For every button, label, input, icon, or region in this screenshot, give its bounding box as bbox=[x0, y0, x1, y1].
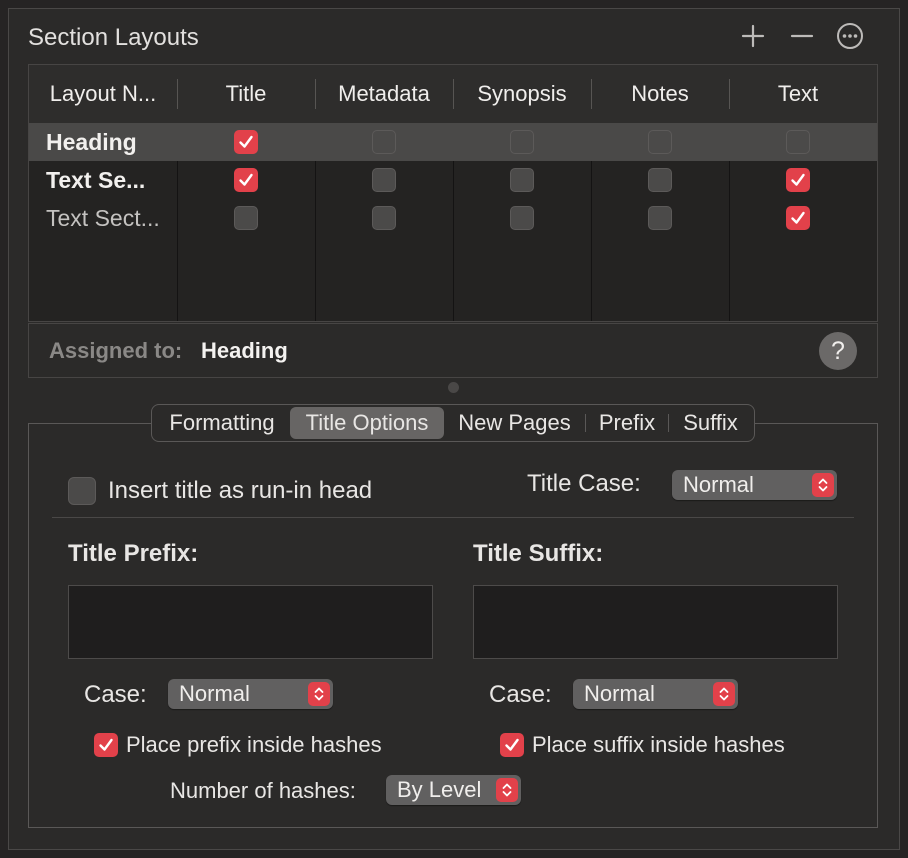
title-suffix-field[interactable] bbox=[473, 585, 838, 659]
layout-checkbox-text[interactable] bbox=[786, 206, 810, 230]
checkmark-icon bbox=[99, 738, 113, 751]
table-header: Layout N... Title Metadata Synopsis Note… bbox=[29, 65, 877, 123]
layout-checkbox-title[interactable] bbox=[234, 130, 258, 154]
prefix-case-popup[interactable]: Normal bbox=[168, 679, 333, 709]
tab-prefix[interactable]: Prefix bbox=[586, 407, 668, 439]
plus-icon bbox=[741, 24, 765, 48]
layout-name-cell: Heading bbox=[46, 128, 137, 155]
layout-checkbox-text[interactable] bbox=[786, 168, 810, 192]
suffix-hashes-checkbox[interactable] bbox=[500, 733, 524, 757]
hashes-count-popup[interactable]: By Level bbox=[386, 775, 521, 805]
checkmark-icon bbox=[791, 211, 805, 224]
divider bbox=[52, 517, 854, 518]
suffix-case-label: Case: bbox=[489, 681, 552, 708]
column-header-notes[interactable]: Notes bbox=[591, 65, 729, 123]
run-in-head-label: Insert title as run-in head bbox=[108, 477, 373, 504]
hashes-count-value: By Level bbox=[397, 777, 482, 802]
chevron-updown-icon bbox=[308, 682, 330, 706]
minus-icon bbox=[790, 34, 814, 38]
layout-checkbox-synopsis[interactable] bbox=[510, 168, 534, 192]
prefix-case-label: Case: bbox=[84, 681, 147, 708]
tab-new-pages[interactable]: New Pages bbox=[444, 407, 585, 439]
table-row[interactable]: Text Se... bbox=[29, 161, 877, 199]
chevron-updown-icon bbox=[812, 473, 834, 497]
table-row[interactable]: Heading bbox=[29, 123, 877, 161]
prefix-hashes-label: Place prefix inside hashes bbox=[126, 732, 382, 757]
layout-checkbox-notes[interactable] bbox=[648, 130, 672, 154]
layout-checkbox-notes[interactable] bbox=[648, 206, 672, 230]
assigned-value: Heading bbox=[201, 338, 288, 363]
tab-title-options[interactable]: Title Options bbox=[290, 407, 444, 439]
tab-formatting[interactable]: Formatting bbox=[154, 407, 290, 439]
add-layout-button[interactable] bbox=[737, 20, 769, 52]
title-case-value: Normal bbox=[683, 472, 754, 497]
panel-title: Section Layouts bbox=[28, 24, 199, 51]
assigned-bar: Assigned to: Heading ? bbox=[28, 323, 878, 378]
column-header-synopsis[interactable]: Synopsis bbox=[453, 65, 591, 123]
title-case-label: Title Case: bbox=[527, 470, 641, 497]
layout-checkbox-notes[interactable] bbox=[648, 168, 672, 192]
column-header-metadata[interactable]: Metadata bbox=[315, 65, 453, 123]
chevron-updown-icon bbox=[496, 778, 518, 802]
tab-bar: Formatting Title Options New Pages Prefi… bbox=[151, 404, 755, 442]
suffix-case-popup[interactable]: Normal bbox=[573, 679, 738, 709]
table-row[interactable]: Text Sect... bbox=[29, 199, 877, 237]
checkmark-icon bbox=[239, 135, 253, 148]
layout-checkbox-metadata[interactable] bbox=[372, 168, 396, 192]
run-in-head-checkbox[interactable] bbox=[68, 477, 96, 505]
tab-suffix[interactable]: Suffix bbox=[669, 407, 752, 439]
layout-checkbox-metadata[interactable] bbox=[372, 130, 396, 154]
column-header-title[interactable]: Title bbox=[177, 65, 315, 123]
suffix-case-value: Normal bbox=[584, 681, 655, 706]
column-header-layout-name[interactable]: Layout N... bbox=[29, 65, 177, 123]
layout-checkbox-synopsis[interactable] bbox=[510, 206, 534, 230]
prefix-case-value: Normal bbox=[179, 681, 250, 706]
title-suffix-label: Title Suffix: bbox=[473, 540, 604, 567]
title-prefix-field[interactable] bbox=[68, 585, 433, 659]
layout-checkbox-title[interactable] bbox=[234, 168, 258, 192]
title-prefix-label: Title Prefix: bbox=[68, 540, 199, 567]
suffix-hashes-label: Place suffix inside hashes bbox=[532, 732, 785, 757]
assigned-label: Assigned to: bbox=[49, 338, 183, 363]
ellipsis-circle-icon bbox=[837, 23, 863, 49]
layout-checkbox-metadata[interactable] bbox=[372, 206, 396, 230]
help-button[interactable]: ? bbox=[819, 332, 857, 370]
layout-checkbox-text[interactable] bbox=[786, 130, 810, 154]
layouts-table: Layout N... Title Metadata Synopsis Note… bbox=[28, 64, 878, 322]
checkmark-icon bbox=[505, 738, 519, 751]
layout-checkbox-title[interactable] bbox=[234, 206, 258, 230]
column-header-text[interactable]: Text bbox=[729, 65, 867, 123]
checkmark-icon bbox=[239, 173, 253, 186]
chevron-updown-icon bbox=[713, 682, 735, 706]
layout-name-cell: Text Se... bbox=[46, 166, 146, 193]
remove-layout-button[interactable] bbox=[786, 20, 818, 52]
split-view-handle[interactable] bbox=[448, 382, 459, 393]
layout-name-cell: Text Sect... bbox=[46, 204, 160, 231]
prefix-hashes-checkbox[interactable] bbox=[94, 733, 118, 757]
layout-checkbox-synopsis[interactable] bbox=[510, 130, 534, 154]
title-case-popup[interactable]: Normal bbox=[672, 470, 837, 500]
checkmark-icon bbox=[791, 173, 805, 186]
more-options-button[interactable] bbox=[834, 20, 866, 52]
hashes-count-label: Number of hashes: bbox=[170, 778, 356, 803]
